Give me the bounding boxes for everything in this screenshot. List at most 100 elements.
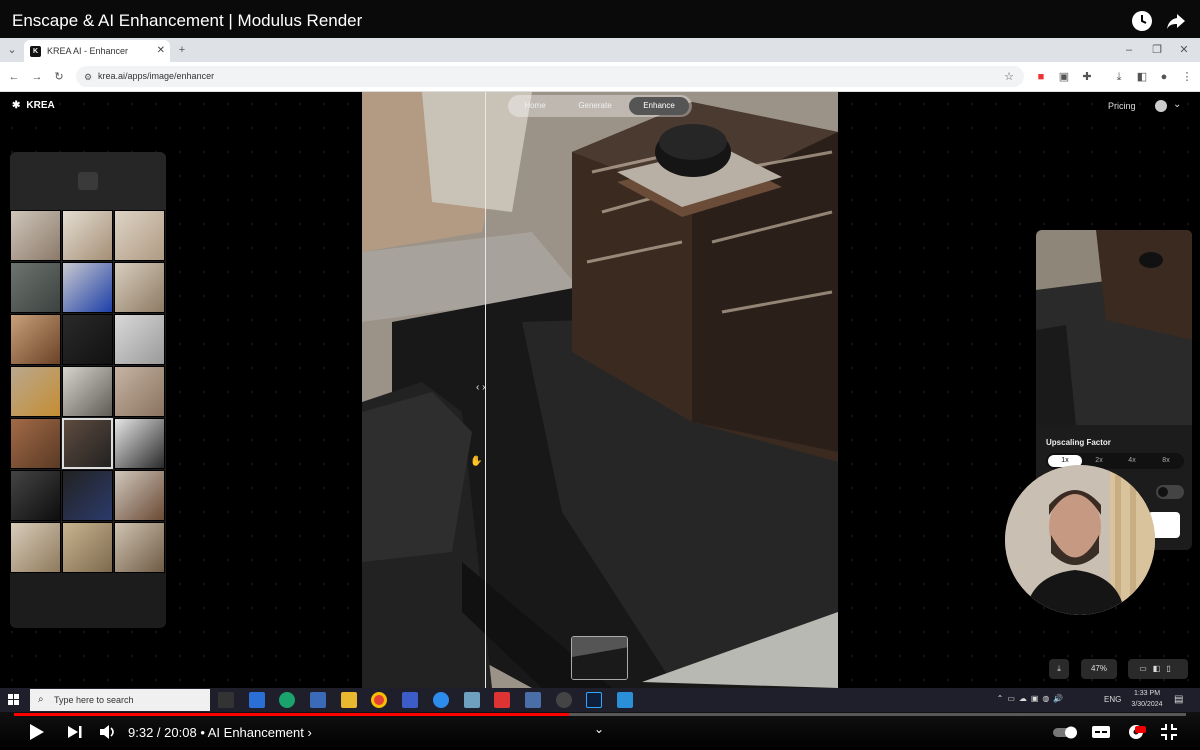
share-icon[interactable] — [1165, 10, 1187, 32]
tab-search-icon[interactable]: ⌄ — [5, 43, 19, 57]
factor-8x[interactable]: 8x — [1149, 455, 1183, 467]
extension-red-icon[interactable]: ■ — [1034, 70, 1048, 84]
krea-mark-icon: ✱ — [12, 100, 21, 111]
back-icon[interactable]: ← — [7, 70, 21, 84]
settings-gear-icon[interactable] — [1126, 722, 1146, 742]
gallery-thumb[interactable] — [114, 262, 165, 313]
photos-icon[interactable] — [310, 692, 326, 708]
enhanced-image-viewer[interactable] — [362, 92, 838, 688]
clock-date[interactable]: 3/30/2024 — [1126, 701, 1168, 708]
gallery-thumb[interactable] — [114, 210, 165, 261]
view-mode-switcher[interactable]: ▭◧▯ — [1128, 659, 1188, 679]
next-icon[interactable] — [65, 722, 85, 742]
app-icon[interactable] — [402, 692, 418, 708]
gallery-thumb[interactable] — [10, 522, 61, 573]
bookmark-star-icon[interactable]: ☆ — [1002, 70, 1016, 84]
gallery-thumb[interactable] — [62, 470, 113, 521]
nav-generate[interactable]: Generate — [570, 97, 620, 115]
task-view-icon[interactable] — [218, 692, 234, 708]
edge-icon[interactable] — [279, 692, 295, 708]
play-icon[interactable] — [26, 722, 46, 742]
account-avatar-icon[interactable] — [1155, 100, 1167, 112]
gallery-thumb-selected[interactable] — [62, 418, 113, 469]
gallery-thumb[interactable] — [114, 314, 165, 365]
input-language[interactable]: ENG — [1104, 695, 1121, 704]
gallery-thumb[interactable] — [62, 522, 113, 573]
extension-icon[interactable]: ▣ — [1057, 70, 1071, 84]
gallery-thumb[interactable] — [62, 210, 113, 261]
photoshop-icon[interactable] — [586, 692, 602, 708]
gallery-thumb[interactable] — [114, 366, 165, 417]
profile-avatar-icon[interactable]: ● — [1157, 70, 1171, 84]
tab-title: KREA AI - Enhancer — [47, 46, 129, 56]
download-image-button[interactable]: ⤓ — [1049, 659, 1069, 679]
webcam-overlay — [1005, 465, 1155, 615]
time-current: 9:32 — [128, 725, 154, 740]
nav-enhance[interactable]: Enhance — [629, 97, 689, 115]
autoplay-toggle-icon[interactable] — [1052, 722, 1080, 742]
chapter-title: AI Enhancement — [207, 725, 304, 740]
chevron-down-icon[interactable]: ⌄ — [1173, 99, 1181, 110]
pricing-link[interactable]: Pricing — [1108, 101, 1136, 111]
gallery-thumb[interactable] — [114, 470, 165, 521]
exit-fullscreen-icon[interactable] — [1159, 722, 1179, 742]
calculator-icon[interactable] — [525, 692, 541, 708]
gallery-thumb[interactable] — [10, 262, 61, 313]
video-title[interactable]: Enscape & AI Enhancement | Modulus Rende… — [12, 11, 362, 31]
thumbnail-grid — [10, 210, 166, 577]
volume-icon[interactable] — [98, 722, 118, 742]
gallery-thumb[interactable] — [62, 262, 113, 313]
extensions-puzzle-icon[interactable]: ✚ — [1080, 70, 1094, 84]
gallery-thumb[interactable] — [62, 366, 113, 417]
download-icon[interactable]: ⤓ — [1112, 70, 1126, 84]
store-icon[interactable] — [249, 692, 265, 708]
watch-later-icon[interactable] — [1131, 10, 1153, 32]
new-tab-icon[interactable]: + — [175, 43, 189, 57]
zoom-level[interactable]: 47% — [1081, 659, 1117, 679]
system-tray-icons[interactable]: ⌃▭☁▣◍🔊 — [982, 694, 1082, 703]
browser-tab[interactable]: K KREA AI - Enhancer ✕ — [24, 40, 170, 62]
close-tab-icon[interactable]: ✕ — [157, 45, 165, 56]
gallery-thumb[interactable] — [114, 418, 165, 469]
nav-home[interactable]: Home — [513, 97, 557, 115]
menu-kebab-icon[interactable]: ⋮ — [1180, 70, 1194, 84]
site-info-icon[interactable]: ⚙ — [81, 70, 95, 84]
chevron-down-icon[interactable]: ⌄ — [594, 722, 604, 736]
sketch-app-icon[interactable] — [464, 692, 480, 708]
notifications-icon[interactable]: ▤ — [1174, 694, 1183, 705]
address-bar[interactable]: krea.ai/apps/image/enhancer — [76, 66, 1024, 87]
chrome-icon[interactable] — [371, 692, 387, 708]
gallery-thumb[interactable] — [10, 418, 61, 469]
file-explorer-icon[interactable] — [341, 692, 357, 708]
gallery-thumb[interactable] — [62, 314, 113, 365]
forward-icon[interactable]: → — [30, 70, 44, 84]
gallery-thumb[interactable] — [10, 366, 61, 417]
render-image — [362, 92, 838, 688]
recorder-icon[interactable] — [556, 692, 572, 708]
side-panel-icon[interactable]: ◧ — [1135, 70, 1149, 84]
reload-icon[interactable]: ↻ — [52, 70, 66, 84]
zoom-app-icon[interactable] — [433, 692, 449, 708]
gallery-thumb[interactable] — [10, 210, 61, 261]
enscape-icon[interactable] — [617, 692, 633, 708]
factor-4x[interactable]: 4x — [1115, 455, 1149, 467]
navigator-thumbnail[interactable] — [571, 636, 628, 680]
subtitles-icon[interactable] — [1091, 722, 1111, 742]
krea-favicon-icon: K — [30, 45, 41, 57]
gallery-thumb[interactable] — [10, 314, 61, 365]
restore-icon[interactable]: ❐ — [1150, 43, 1164, 57]
add-image-icon[interactable] — [78, 172, 98, 190]
logo-text: KREA — [26, 100, 55, 111]
krea-logo[interactable]: ✱ KREA — [12, 100, 55, 111]
gallery-thumb[interactable] — [10, 470, 61, 521]
gallery-thumb[interactable] — [114, 522, 165, 573]
taskbar-search[interactable]: Type here to search — [30, 689, 210, 711]
compare-handle-icon[interactable]: ‹ › — [476, 382, 485, 393]
clock-time[interactable]: 1:33 PM — [1128, 690, 1166, 697]
close-window-icon[interactable]: ✕ — [1177, 43, 1191, 57]
pen-app-icon[interactable] — [494, 692, 510, 708]
minimize-icon[interactable]: – — [1122, 43, 1136, 57]
time-display[interactable]: 9:32 / 20:08 • AI Enhancement › — [128, 725, 312, 740]
hand-cursor-icon: ✋ — [470, 456, 483, 467]
windows-start-icon[interactable] — [8, 693, 20, 705]
